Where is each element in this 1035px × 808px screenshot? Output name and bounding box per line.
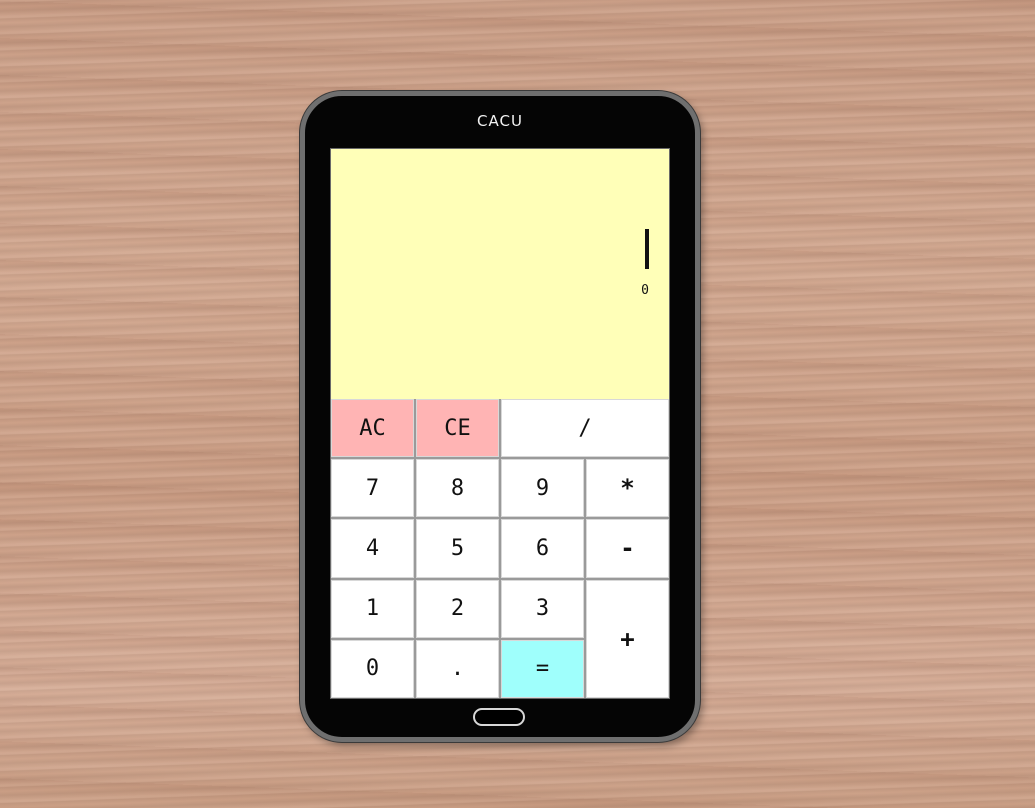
display-panel: 0 — [331, 149, 669, 399]
all-clear-button[interactable]: AC — [331, 399, 414, 458]
digit-2-button[interactable]: 2 — [416, 579, 499, 638]
digit-5-button[interactable]: 5 — [416, 519, 499, 578]
text-cursor — [645, 229, 649, 269]
digit-9-button[interactable]: 9 — [501, 459, 584, 518]
digit-8-button[interactable]: 8 — [416, 459, 499, 518]
clear-entry-button[interactable]: CE — [416, 399, 499, 458]
brand-label: CACU — [477, 112, 523, 130]
digit-4-button[interactable]: 4 — [331, 519, 414, 578]
plus-button[interactable]: + — [586, 579, 669, 698]
digit-7-button[interactable]: 7 — [331, 459, 414, 518]
minus-button[interactable]: - — [586, 519, 669, 578]
calculator-device: CACU 0 AC CE / 7 8 9 * 4 5 6 - 1 2 3 + 0… — [300, 91, 700, 742]
divide-button[interactable]: / — [501, 399, 669, 458]
calculator-screen: 0 AC CE / 7 8 9 * 4 5 6 - 1 2 3 + 0 . = — [330, 148, 670, 699]
equals-button[interactable]: = — [501, 639, 584, 698]
display-value: 0 — [641, 283, 649, 298]
digit-1-button[interactable]: 1 — [331, 579, 414, 638]
home-button[interactable] — [473, 708, 525, 726]
digit-6-button[interactable]: 6 — [501, 519, 584, 578]
multiply-button[interactable]: * — [586, 459, 669, 518]
decimal-button[interactable]: . — [416, 639, 499, 698]
digit-3-button[interactable]: 3 — [501, 579, 584, 638]
digit-0-button[interactable]: 0 — [331, 639, 414, 698]
keypad: AC CE / 7 8 9 * 4 5 6 - 1 2 3 + 0 . = — [331, 399, 669, 698]
